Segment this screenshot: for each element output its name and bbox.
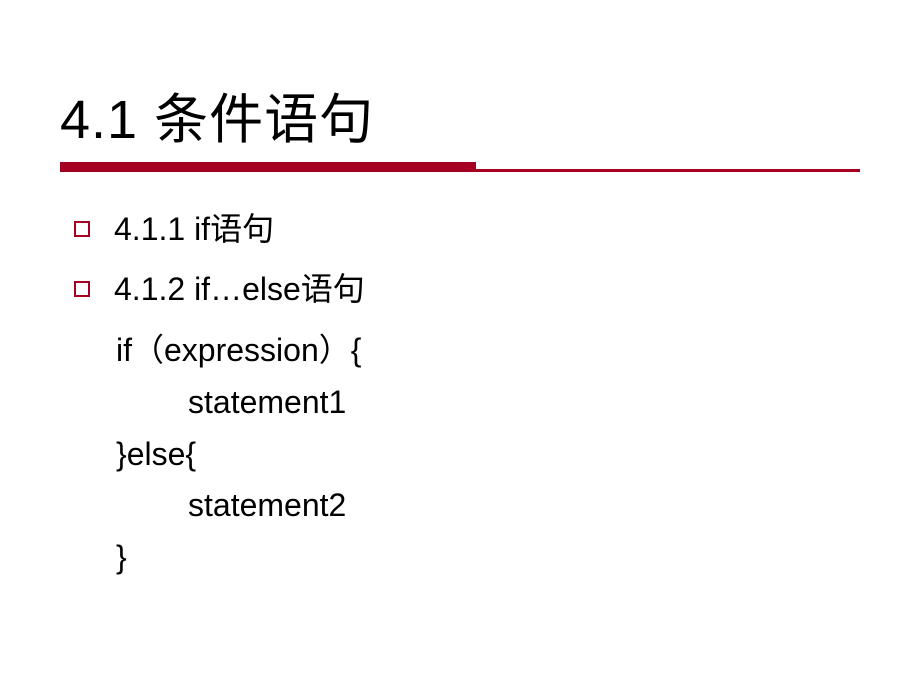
square-bullet-icon [74,281,90,297]
bullet-item: 4.1.1 if语句 [74,205,860,253]
slide-content: 4.1.1 if语句 4.1.2 if…else语句 if（expression… [60,205,860,584]
bullet-label: 4.1.2 if…else语句 [114,265,365,313]
bullet-label: 4.1.1 if语句 [114,205,274,253]
code-block: if（expression）{ statement1 }else{ statem… [74,325,860,584]
square-bullet-icon [74,221,90,237]
code-line: statement2 [116,480,860,532]
code-line: if（expression）{ [116,325,860,377]
code-line: }else{ [116,429,860,481]
slide-container: 4.1 条件语句 4.1.1 if语句 4.1.2 if…else语句 if（e… [0,0,920,624]
bullet-item: 4.1.2 if…else语句 [74,265,860,313]
code-line: } [116,532,860,584]
slide-heading: 4.1 条件语句 [60,75,860,154]
rule-thin [476,169,860,172]
rule-thick [60,162,476,172]
code-line: statement1 [116,377,860,429]
heading-rule [60,162,860,179]
